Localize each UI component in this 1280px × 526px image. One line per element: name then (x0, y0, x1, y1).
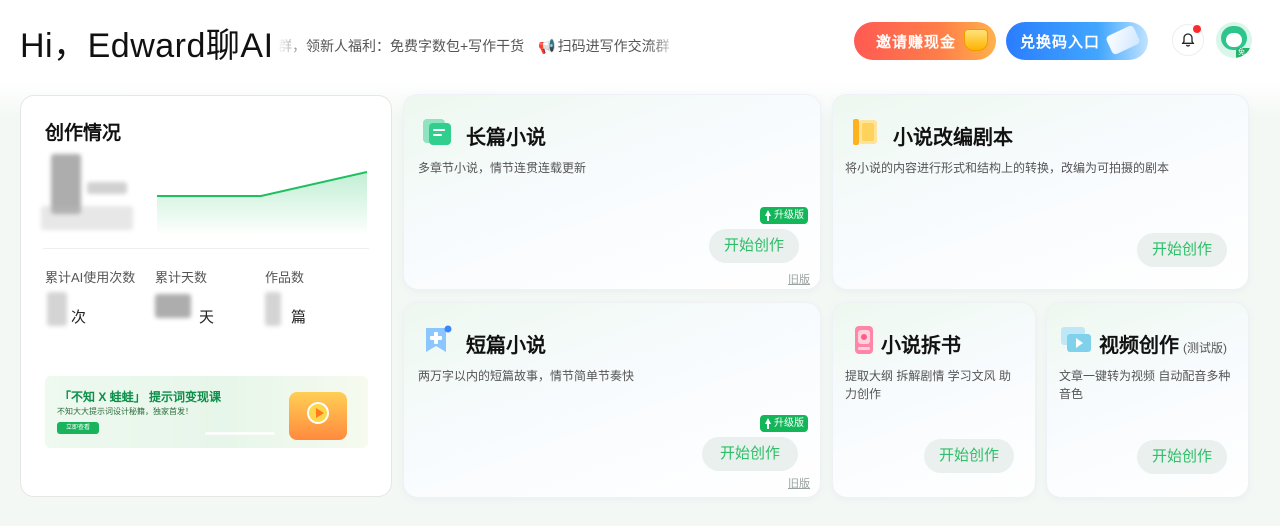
days-label: 累计天数 (155, 270, 208, 285)
redeem-code-label: 兑换码入口 (1020, 33, 1101, 51)
redacted-total-3 (41, 206, 133, 230)
long-novel-card[interactable]: 长篇小说 多章节小说，情节连贯连载更新 升级版 开始创作 旧版 (404, 95, 820, 289)
days-unit: 天 (199, 309, 215, 326)
short-novel-desc: 两万字以内的短篇故事，情节简单节奏快 (418, 369, 635, 383)
avatar-face (1226, 33, 1242, 47)
header: Hi，Edward聊AI 群，领新人福利：免费字数包+写作干货 📢 扫码进写作交流群… (0, 0, 1280, 84)
bell-icon (1181, 33, 1195, 47)
promo-subtitle: 不知大大提示词设计秘籍，独家首发！ (57, 407, 193, 416)
ticket-icon (1105, 24, 1141, 56)
upgrade-badge: 升级版 (760, 207, 808, 224)
short-novel-title: 短篇小说 (466, 335, 546, 357)
long-novel-desc: 多章节小说，情节连贯连载更新 (418, 161, 587, 175)
short-novel-old-version-link[interactable]: 旧版 (788, 475, 810, 491)
ai-uses-label: 累计AI使用次数 (45, 270, 136, 285)
book-breakdown-desc: 提取大纲 拆解剧情 学习文风 助力创作 (845, 369, 1012, 401)
long-novel-old-version-link[interactable]: 旧版 (788, 271, 810, 287)
video-creation-start-button[interactable]: 开始创作 (1137, 440, 1227, 474)
adapt-script-title: 小说改编剧本 (893, 127, 1013, 149)
beta-tag: (测试版) (1183, 341, 1227, 355)
short-novel-card[interactable]: 短篇小说 两万字以内的短篇故事，情节简单节奏快 升级版 开始创作 旧版 (404, 303, 820, 497)
redacted-ai-uses (47, 292, 67, 326)
ai-uses-unit: 次 (71, 309, 87, 326)
invite-cash-button[interactable]: 邀请赚现金 (854, 22, 996, 60)
book-breakdown-title: 小说拆书 (881, 335, 961, 357)
video-creation-desc: 文章一键转为视频 自动配音多种音色 (1059, 369, 1231, 401)
invite-cash-label: 邀请赚现金 (876, 33, 957, 51)
promo-view-button[interactable]: 立即查看 (57, 422, 99, 434)
usage-trend-chart (157, 171, 367, 236)
play-icon (307, 402, 329, 424)
page: Hi，Edward聊AI 群，领新人福利：免费字数包+写作干货 📢 扫码进写作交流群… (0, 0, 1280, 526)
megaphone-icon: 📢 (538, 38, 556, 54)
creation-stats-card: 创作情况 累计AI使用次数 累计天数 作品数 次 天 篇 「不知 X 蛙蛙」 提… (20, 95, 392, 497)
long-novel-start-button[interactable]: 开始创作 (709, 229, 799, 263)
avatar[interactable]: 免费 (1216, 22, 1252, 58)
greeting-title: Hi，Edward聊AI (20, 27, 274, 65)
announcement-text-2: 扫码进写作交流群 (557, 38, 670, 54)
upgrade-badge: 升级版 (760, 415, 808, 432)
redacted-total-2 (87, 182, 127, 194)
announcement-marquee[interactable]: 群，领新人福利：免费字数包+写作干货 📢 扫码进写作交流群 (278, 36, 680, 56)
banner-progress (205, 432, 275, 435)
works-label: 作品数 (265, 270, 305, 285)
redeem-code-button[interactable]: 兑换码入口 (1006, 22, 1148, 60)
video-creation-title-text: 视频创作 (1099, 335, 1179, 357)
promo-title: 「不知 X 蛙蛙」 提示词变现课 (59, 390, 222, 404)
trend-area (157, 172, 367, 236)
script-icon (853, 119, 877, 145)
book-breakdown-icon (855, 326, 873, 354)
bookmark-add-icon (426, 325, 452, 352)
redacted-total (51, 154, 81, 214)
document-icon (423, 119, 451, 145)
video-creation-title: 视频创作 (测试版) (1099, 329, 1227, 358)
notification-button[interactable] (1172, 24, 1204, 56)
book-breakdown-card[interactable]: 小说拆书 提取大纲 拆解剧情 学习文风 助力创作 开始创作 (833, 303, 1035, 497)
redacted-works (265, 292, 281, 326)
adapt-script-card[interactable]: 小说改编剧本 将小说的内容进行形式和结构上的转换，改编为可拍摄的剧本 开始创作 (833, 95, 1248, 289)
redacted-days (155, 294, 191, 318)
adapt-script-start-button[interactable]: 开始创作 (1137, 233, 1227, 267)
announcement-text: 群，领新人福利：免费字数包+写作干货 (278, 38, 525, 54)
adapt-script-desc: 将小说的内容进行形式和结构上的转换，改编为可拍摄的剧本 (845, 161, 1170, 175)
video-creation-card[interactable]: 视频创作 (测试版) 文章一键转为视频 自动配音多种音色 开始创作 (1047, 303, 1248, 497)
stats-divider (43, 248, 369, 249)
gold-ingot-icon (964, 29, 988, 51)
short-novel-start-button[interactable]: 开始创作 (702, 437, 798, 471)
stats-title: 创作情况 (45, 123, 122, 144)
gift-box-icon (289, 392, 347, 440)
notification-dot (1193, 25, 1201, 33)
book-breakdown-start-button[interactable]: 开始创作 (924, 439, 1014, 473)
video-icon (1061, 327, 1091, 352)
works-unit: 篇 (291, 309, 307, 326)
free-badge: 免费 (1236, 48, 1252, 58)
long-novel-title: 长篇小说 (466, 127, 546, 149)
promo-banner[interactable]: 「不知 X 蛙蛙」 提示词变现课 不知大大提示词设计秘籍，独家首发！ 立即查看 (45, 376, 368, 448)
